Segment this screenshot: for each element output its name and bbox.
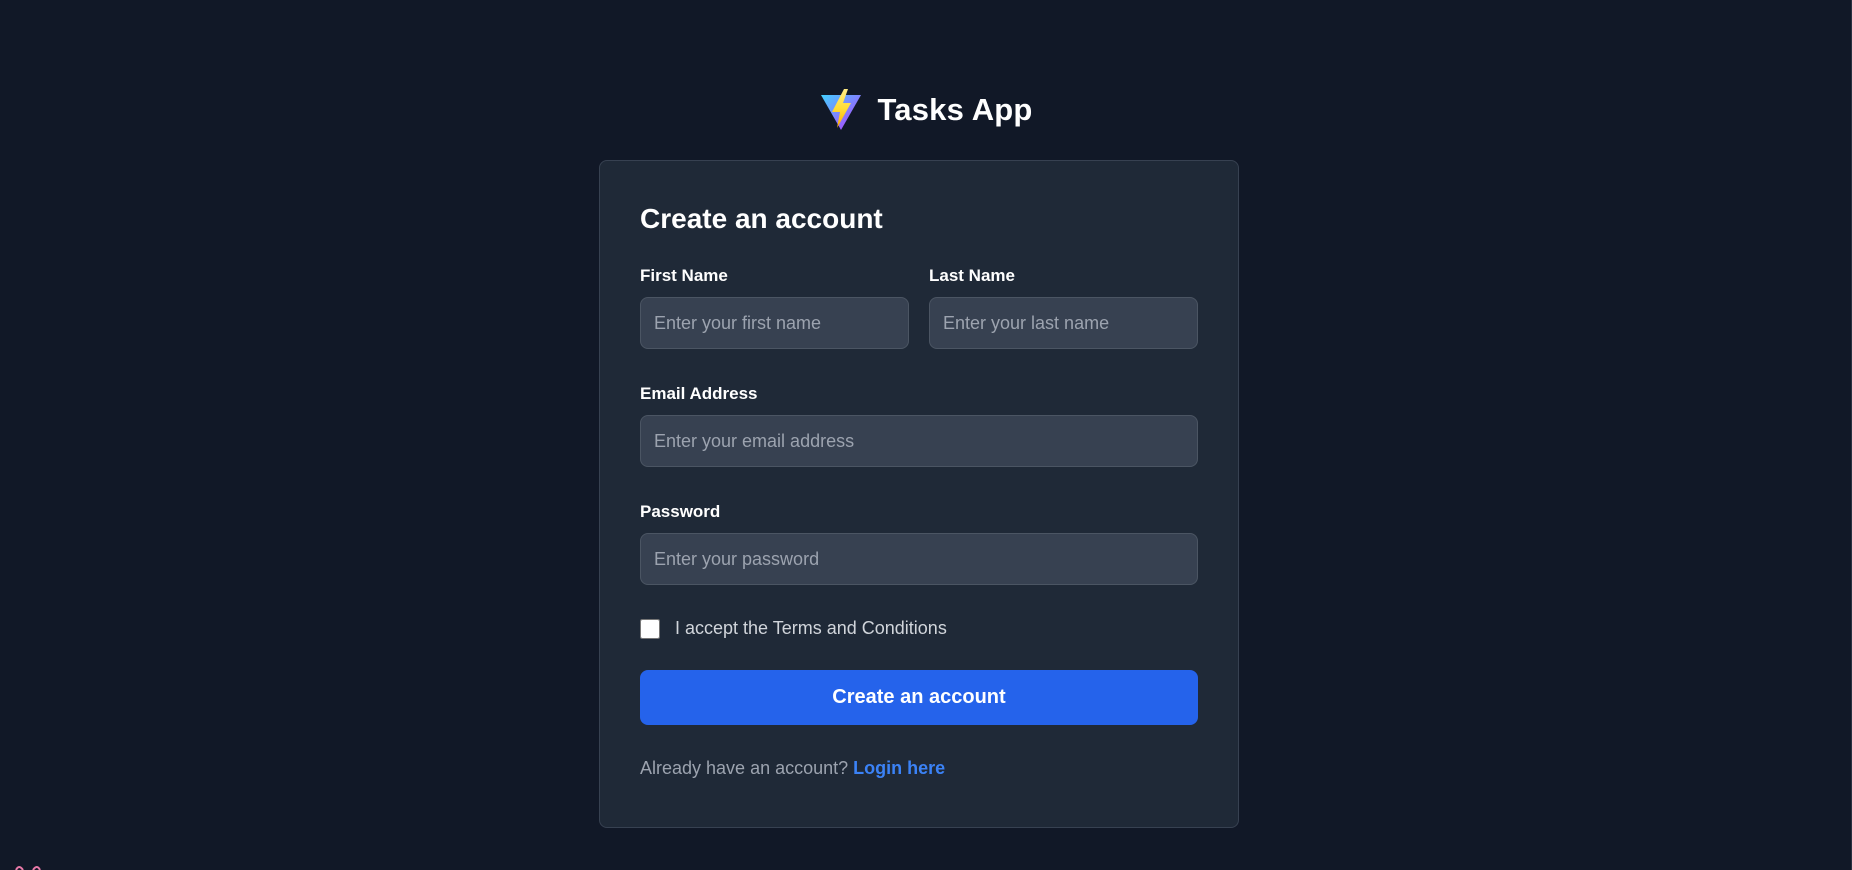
- terms-label[interactable]: I accept the Terms and Conditions: [675, 618, 947, 639]
- password-label: Password: [640, 502, 721, 521]
- name-row: First Name Last Name: [640, 265, 1198, 349]
- last-name-label: Last Name: [929, 266, 1015, 285]
- first-name-label: First Name: [640, 266, 728, 285]
- last-name-group: Last Name: [929, 265, 1198, 349]
- last-name-input[interactable]: [929, 297, 1198, 349]
- email-input[interactable]: [640, 415, 1198, 467]
- login-prompt-text: Already have an account?: [640, 758, 849, 778]
- create-account-button[interactable]: Create an account: [640, 670, 1198, 725]
- brand-header[interactable]: Tasks App: [0, 88, 1852, 132]
- signup-card: Create an account First Name Last Name E…: [599, 160, 1239, 828]
- form-title: Create an account: [640, 203, 883, 234]
- email-group: Email Address: [640, 383, 1198, 467]
- app-name: Tasks App: [877, 92, 1033, 127]
- password-group: Password: [640, 501, 1198, 585]
- first-name-group: First Name: [640, 265, 909, 349]
- register-page: Tasks App Create an account First Name L…: [0, 0, 1852, 870]
- terms-row: I accept the Terms and Conditions: [640, 618, 1198, 639]
- first-name-input[interactable]: [640, 297, 909, 349]
- login-prompt-line: Already have an account? Login here: [640, 758, 1198, 779]
- password-input[interactable]: [640, 533, 1198, 585]
- email-label: Email Address: [640, 384, 758, 403]
- login-link[interactable]: Login here: [853, 758, 945, 778]
- vite-logo-icon: [821, 89, 862, 130]
- terms-checkbox[interactable]: [640, 618, 660, 639]
- devtools-badge-icon[interactable]: [14, 864, 42, 870]
